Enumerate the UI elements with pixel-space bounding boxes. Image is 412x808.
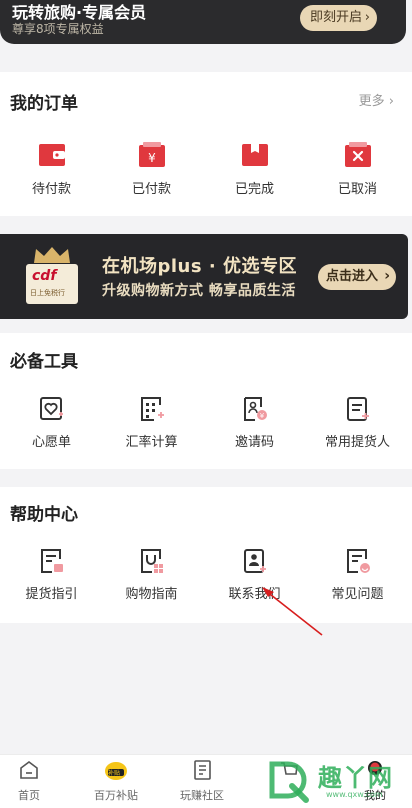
watermark-logo-icon bbox=[269, 761, 309, 803]
subsidy-badge: 补贴 bbox=[108, 770, 121, 777]
promo-enter-button[interactable]: 点击进入 › bbox=[318, 264, 396, 290]
tools-title: 必备工具 bbox=[10, 352, 78, 372]
tab-subsidy[interactable]: 补贴 百万补贴 bbox=[75, 759, 157, 803]
promo-headline: 在机场plus · 优选专区 bbox=[102, 256, 297, 277]
tool-invite-code-label: 邀请码 bbox=[234, 435, 274, 450]
help-pickup-guide-label: 提货指引 bbox=[25, 587, 78, 602]
home-icon bbox=[20, 761, 38, 779]
cdf-logo-subtext: 日上免税行 bbox=[30, 289, 65, 297]
orders-card: 我的订单 更多 › 待付款 ¥ 已付款 已完成 已取消 bbox=[0, 72, 412, 216]
tab-subsidy-label: 百万补贴 bbox=[94, 789, 138, 802]
tab-home[interactable]: 首页 bbox=[0, 759, 70, 803]
watermark: 趣丫网 www.qxw.com bbox=[262, 754, 412, 807]
membership-banner: 玩转旅购·专属会员 尊享8项专属权益 即刻开启 › bbox=[0, 0, 406, 44]
tab-community[interactable]: 玩赚社区 bbox=[161, 759, 243, 803]
watermark-url: www.qxw.com bbox=[326, 790, 383, 799]
tools-card: 必备工具 心愿单 汇率计算 ¥ 邀请码 常用提货人 bbox=[0, 333, 412, 469]
help-shopping-guide-label: 购物指南 bbox=[125, 587, 178, 602]
cdf-logo: cdf 日上免税行 bbox=[24, 240, 80, 312]
chevron-right-icon: › bbox=[384, 268, 390, 284]
order-pending-payment[interactable]: 待付款 bbox=[0, 140, 103, 197]
tool-wishlist[interactable]: 心愿单 bbox=[0, 395, 103, 450]
more-label: 更多 bbox=[358, 94, 385, 109]
chevron-right-icon: › bbox=[364, 10, 370, 25]
orders-title: 我的订单 bbox=[10, 94, 78, 114]
tool-exchange-rate-label: 汇率计算 bbox=[125, 435, 178, 450]
order-completed[interactable]: 已完成 bbox=[203, 140, 306, 197]
order-paid-label: 已付款 bbox=[131, 182, 171, 197]
activate-membership-label: 即刻开启 bbox=[310, 10, 363, 25]
tab-community-label: 玩赚社区 bbox=[180, 789, 224, 802]
invite-code-icon: ¥ bbox=[243, 397, 267, 421]
order-cancelled[interactable]: 已取消 bbox=[306, 140, 409, 197]
help-shopping-guide[interactable]: 购物指南 bbox=[100, 547, 203, 602]
tool-invite-code[interactable]: ¥ 邀请码 bbox=[203, 395, 306, 450]
pickup-guide-icon bbox=[40, 549, 63, 573]
tab-home-label: 首页 bbox=[18, 789, 40, 802]
contact-icon bbox=[243, 549, 266, 573]
airport-plus-banner[interactable]: cdf 日上免税行 在机场plus · 优选专区 升级购物新方式 畅享品质生活 … bbox=[0, 234, 408, 319]
faq-icon bbox=[346, 549, 370, 573]
order-paid[interactable]: ¥ 已付款 bbox=[100, 140, 203, 197]
annotation-arrow bbox=[262, 587, 323, 636]
yen-bag-icon: ¥ bbox=[138, 142, 165, 167]
help-title: 帮助中心 bbox=[10, 505, 78, 525]
cdf-logo-text: cdf bbox=[32, 268, 57, 284]
order-cancelled-label: 已取消 bbox=[337, 182, 377, 197]
promo-subline: 升级购物新方式 畅享品质生活 bbox=[102, 283, 296, 299]
svg-text:¥: ¥ bbox=[259, 412, 264, 420]
svg-text:¥: ¥ bbox=[148, 151, 156, 165]
crown-icon bbox=[34, 247, 70, 263]
shopping-guide-icon bbox=[140, 549, 163, 573]
package-icon bbox=[241, 144, 268, 166]
order-completed-label: 已完成 bbox=[234, 182, 274, 197]
wallet-icon bbox=[38, 144, 65, 166]
membership-subtitle: 尊享8项专属权益 bbox=[12, 22, 104, 36]
chevron-right-icon: › bbox=[388, 94, 394, 109]
tool-wishlist-label: 心愿单 bbox=[31, 435, 71, 450]
orders-more-link[interactable]: 更多 › bbox=[359, 90, 394, 109]
activate-membership-button[interactable]: 即刻开启 › bbox=[300, 5, 377, 31]
cdf-badge: cdf 日上免税行 bbox=[26, 264, 78, 304]
help-card: 帮助中心 提货指引 购物指南 联系我们 常见问题 bbox=[0, 487, 412, 623]
cancel-bag-icon bbox=[344, 142, 371, 167]
help-pickup-guide[interactable]: 提货指引 bbox=[0, 547, 103, 602]
order-pending-payment-label: 待付款 bbox=[31, 182, 71, 197]
tool-pickup-person-label: 常用提货人 bbox=[324, 435, 390, 450]
pickup-person-icon bbox=[346, 397, 369, 421]
community-icon bbox=[194, 760, 211, 780]
wishlist-icon bbox=[39, 397, 63, 420]
tool-pickup-person[interactable]: 常用提货人 bbox=[306, 395, 409, 450]
calculator-icon bbox=[140, 397, 164, 421]
promo-enter-label: 点击进入 bbox=[326, 269, 379, 284]
watermark-text: 趣丫网 bbox=[318, 764, 393, 792]
tool-exchange-rate[interactable]: 汇率计算 bbox=[100, 395, 203, 450]
